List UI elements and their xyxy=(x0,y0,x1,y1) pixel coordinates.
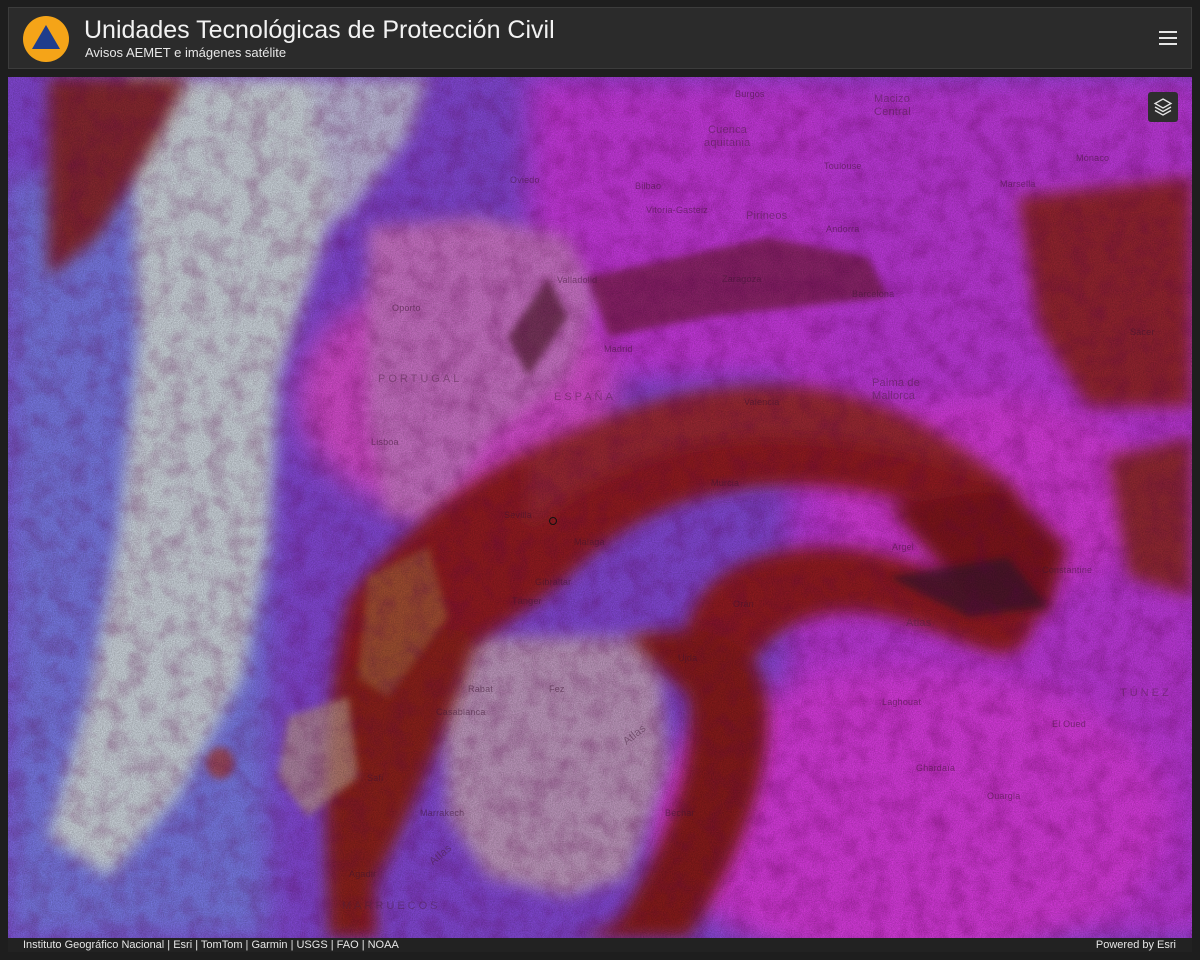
map-label-madrid: Madrid xyxy=(604,344,633,354)
map-label-agadir: Agadir xyxy=(349,869,377,879)
map-label-marsella: Marsella xyxy=(1000,179,1036,189)
map-label-ouargla: Ouargla xyxy=(987,791,1021,801)
map-label-rabat: Rabat xyxy=(468,684,494,694)
satellite-imagery xyxy=(8,77,1192,938)
map-label-toulouse: Toulouse xyxy=(824,161,862,171)
map-label-safi: Safi xyxy=(367,773,384,783)
hamburger-menu-icon[interactable] xyxy=(1157,28,1179,48)
map-label-ghardaia: Ghardaïa xyxy=(916,763,956,773)
map-label-andorra: Andorra xyxy=(826,224,860,234)
map-label-aquitania: aquitania xyxy=(704,137,751,149)
map-label-oporto: Oporto xyxy=(392,303,421,313)
civil-protection-logo-icon xyxy=(23,16,69,62)
app-window: Unidades Tecnológicas de Protección Civi… xyxy=(0,0,1200,960)
map-label-gibraltar: Gibraltar xyxy=(535,577,572,587)
map-label-valladolid: Valladolid xyxy=(557,275,598,285)
map-label-pirineos: Pirineos xyxy=(746,210,788,222)
attribution-sources: Instituto Geográfico Nacional | Esri | T… xyxy=(23,939,399,951)
map-label-tanger: Tánger xyxy=(512,596,542,606)
map-label-zaragoza: Zaragoza xyxy=(722,274,762,284)
map-label-burgos: Burgos xyxy=(735,89,765,99)
app-subtitle: Avisos AEMET e imágenes satélite xyxy=(85,45,287,60)
map-label-barcelona: Barcelona xyxy=(852,289,895,299)
map-label-lisboa: Lisboa xyxy=(371,437,399,447)
map-label-vitoria: Vitoria-Gasteiz xyxy=(646,205,708,215)
map-label-oviedo: Oviedo xyxy=(510,175,540,185)
map-label-sacer: Sácer xyxy=(1130,327,1155,337)
layers-icon[interactable] xyxy=(1148,92,1178,122)
map-label-casablanca: Casablanca xyxy=(436,707,486,717)
map-label-marrakech: Marrakech xyxy=(420,808,465,818)
map-label-cuenca: Cuenca xyxy=(708,124,748,136)
app-header: Unidades Tecnológicas de Protección Civi… xyxy=(8,7,1192,69)
map-label-murcia: Murcia xyxy=(711,478,740,488)
map-label-palma2: Mallorca xyxy=(872,390,916,402)
map-city-marker xyxy=(549,517,557,525)
map-label-macizo: Macizo xyxy=(874,93,911,105)
map-label-espana: ESPAÑA xyxy=(554,391,616,403)
map-label-malaga: Málaga xyxy=(574,537,605,547)
map-label-oran: Orán xyxy=(733,599,754,609)
map-label-argel: Argel xyxy=(892,542,915,552)
map-label-marruecos: MARRUECOS xyxy=(342,900,441,912)
powered-by-esri-link[interactable]: Powered by Esri xyxy=(1096,938,1176,952)
satellite-map[interactable]: Burgos Macizo Central Cuenca aquitania T… xyxy=(8,77,1192,938)
map-label-fez: Fez xyxy=(549,684,565,694)
map-label-ujda: Ujda xyxy=(678,653,698,663)
map-label-monaco: Mónaco xyxy=(1076,153,1110,163)
map-label-portugal: PORTUGAL xyxy=(378,373,463,385)
map-label-bilbao: Bilbao xyxy=(635,181,662,191)
map-label-valencia: Valencia xyxy=(744,397,780,407)
map-label-atlas: Atlas xyxy=(906,617,932,629)
map-label-elqued: El Oued xyxy=(1052,719,1086,729)
map-label-constantine: Constantine xyxy=(1042,565,1093,575)
map-label-central: Central xyxy=(874,106,911,118)
map-label-bechar: Béchar xyxy=(665,808,695,818)
map-attribution-bar: Instituto Geográfico Nacional | Esri | T… xyxy=(8,938,1192,952)
app-title: Unidades Tecnológicas de Protección Civi… xyxy=(84,16,555,44)
map-label-tunez: TÚNEZ xyxy=(1120,687,1172,699)
map-label-sevilla: Sevilla xyxy=(504,510,532,520)
map-label-palma1: Palma de xyxy=(872,377,921,389)
map-label-laghouat: Laghouat xyxy=(882,697,922,707)
